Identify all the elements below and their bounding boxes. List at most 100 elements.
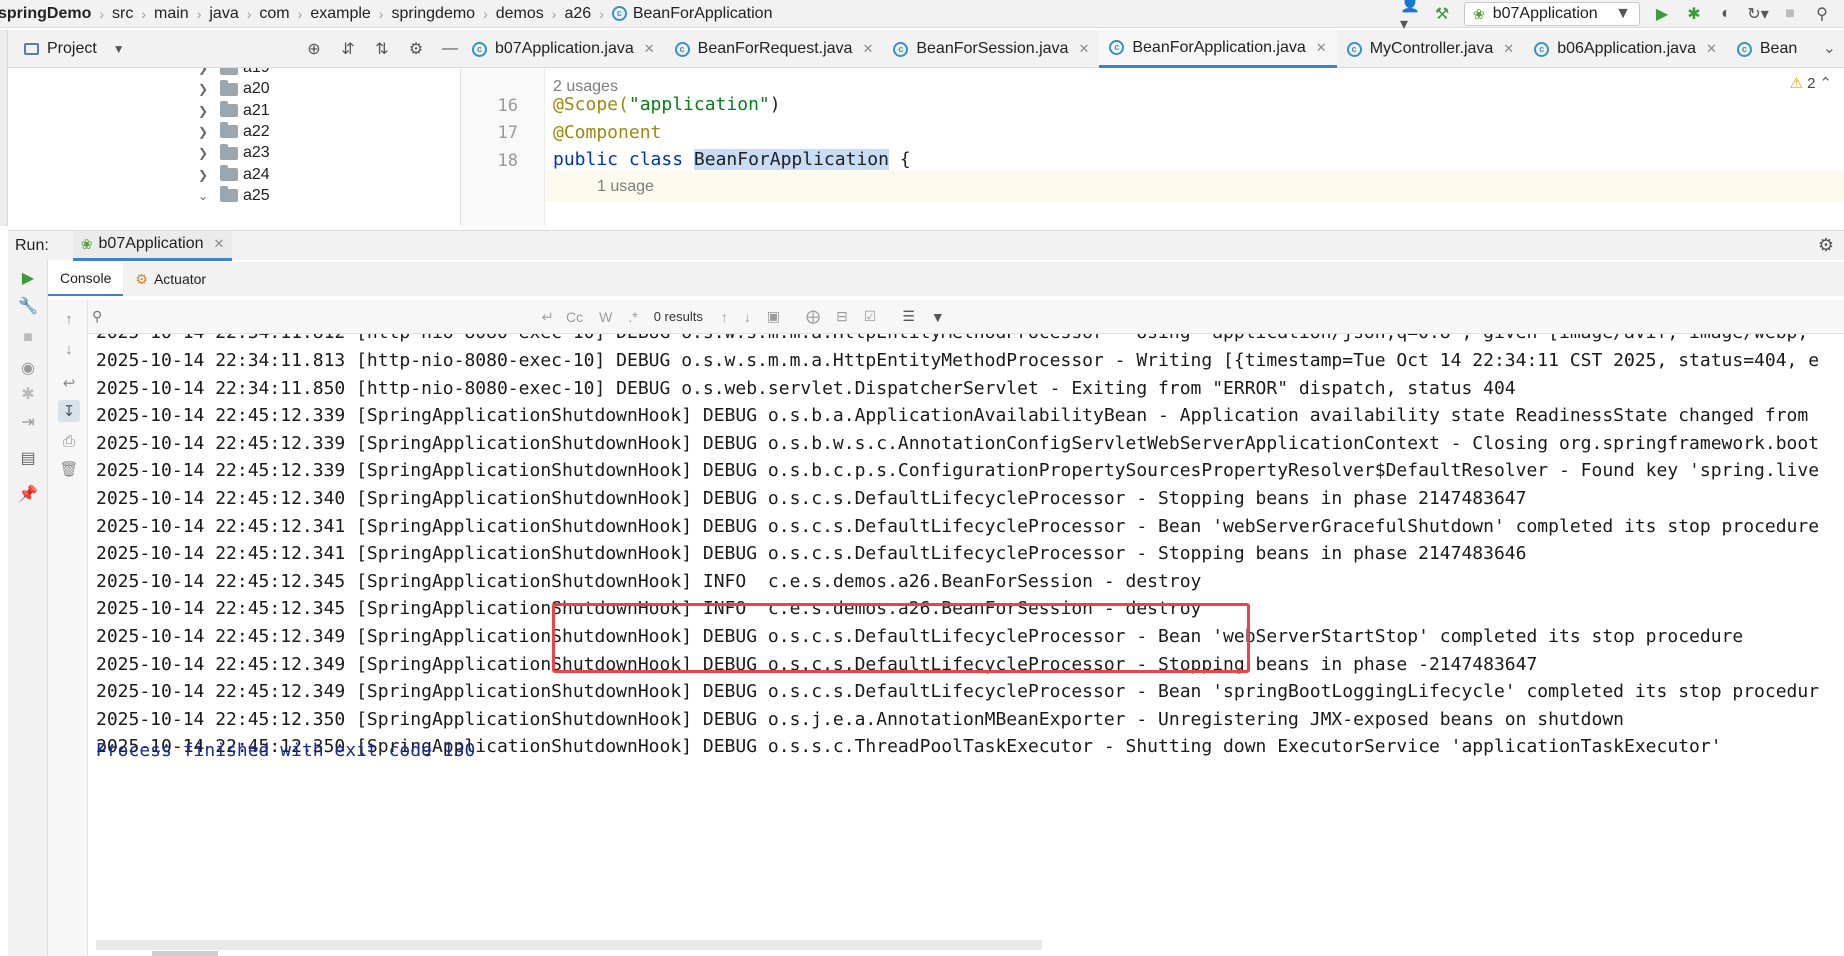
- close-icon[interactable]: ✕: [644, 41, 655, 57]
- tree-item-folder[interactable]: ⌄ a25: [198, 184, 270, 208]
- stop-icon[interactable]: ■: [16, 326, 40, 350]
- camera-icon[interactable]: ◉: [16, 356, 40, 380]
- inspection-widget[interactable]: ⚠ 2 ⌃: [1790, 74, 1832, 93]
- close-icon[interactable]: ✕: [1078, 41, 1089, 57]
- tree-item-label: a20: [243, 80, 270, 98]
- console-line: 2025-10-14 22:34:11.850 [http-nio-8080-e…: [96, 377, 1516, 399]
- chevron-right-icon[interactable]: ❯: [198, 68, 212, 75]
- breadcrumb-item[interactable]: demos: [496, 5, 544, 23]
- breadcrumb-item[interactable]: main: [154, 5, 189, 23]
- project-view-selector[interactable]: Project ▼: [24, 40, 125, 58]
- arrow-down-icon[interactable]: ↓: [58, 338, 80, 360]
- bug-icon[interactable]: ✱: [16, 382, 40, 406]
- select-all-occurrences-icon[interactable]: ▣: [767, 308, 780, 325]
- chevron-right-icon[interactable]: ❯: [198, 168, 212, 182]
- gear-icon[interactable]: ⚙: [1818, 235, 1834, 256]
- console-line: 2025-10-14 22:45:12.350 [SpringApplicati…: [96, 708, 1625, 730]
- new-line-icon[interactable]: ↵: [541, 308, 554, 326]
- horizontal-scrollbar[interactable]: [96, 940, 1042, 950]
- hide-icon[interactable]: —: [440, 39, 460, 59]
- editor-tab[interactable]: c Bean: [1727, 30, 1807, 68]
- collapse-all-icon[interactable]: ⇅: [372, 39, 392, 59]
- stop-icon[interactable]: ■: [1780, 4, 1800, 24]
- filter-icon[interactable]: ▼: [931, 309, 945, 325]
- rerun-icon[interactable]: ▶: [16, 266, 40, 290]
- breadcrumb-item[interactable]: springDemo: [0, 5, 91, 23]
- match-case-icon[interactable]: Cc: [566, 309, 583, 325]
- close-icon[interactable]: ✕: [214, 236, 225, 252]
- breadcrumb-current[interactable]: c BeanForApplication: [611, 4, 773, 23]
- editor-tab[interactable]: c BeanForApplication.java ✕: [1099, 30, 1337, 68]
- tree-item-label: a23: [243, 144, 270, 162]
- spring-leaf-icon: ❀: [1473, 5, 1485, 22]
- chevron-right-icon[interactable]: ❯: [198, 146, 212, 160]
- scroll-to-end-icon[interactable]: ↧: [58, 400, 80, 422]
- profiler-icon[interactable]: ↻▾: [1747, 4, 1768, 24]
- code-editor[interactable]: 16 17 18 2 usages @Scope("application") …: [460, 68, 1844, 226]
- editor-tab[interactable]: c b07Application.java ✕: [462, 30, 665, 68]
- scrollbar-thumb[interactable]: [152, 951, 218, 956]
- breadcrumb-item[interactable]: springdemo: [391, 5, 475, 23]
- coverage-icon[interactable]: ◐: [1716, 4, 1736, 24]
- chevron-right-icon[interactable]: ❯: [198, 82, 212, 96]
- editor-tab[interactable]: c b06Application.java ✕: [1524, 30, 1727, 68]
- breadcrumb-item[interactable]: com: [259, 5, 289, 23]
- class-icon: c: [472, 41, 487, 57]
- tabs-dropdown-icon[interactable]: ⌄: [1823, 38, 1836, 58]
- chevron-down-icon: ▼: [1615, 5, 1631, 22]
- console-line: 2025-10-14 22:45:12.339 [SpringApplicati…: [96, 432, 1820, 454]
- locate-icon[interactable]: ⊕: [304, 39, 324, 59]
- breadcrumb-item[interactable]: example: [310, 5, 370, 23]
- debug-icon[interactable]: ✱: [1684, 4, 1704, 24]
- chevron-right-icon[interactable]: ❯: [198, 125, 212, 139]
- user-icon[interactable]: 👤▾: [1400, 0, 1420, 33]
- tab-actuator[interactable]: ⚙ Actuator: [123, 262, 218, 296]
- tab-console[interactable]: Console: [48, 262, 124, 296]
- pin-icon[interactable]: 📌: [16, 482, 40, 506]
- close-icon[interactable]: ✕: [1706, 41, 1717, 57]
- regex-icon[interactable]: .*: [628, 309, 637, 325]
- actuator-icon: ⚙: [135, 270, 148, 287]
- breadcrumb-item[interactable]: src: [112, 5, 133, 23]
- run-icon[interactable]: ▶: [1652, 4, 1672, 24]
- usages-hint[interactable]: 1 usage: [597, 178, 654, 196]
- previous-occurrence-icon[interactable]: ↑: [721, 309, 728, 325]
- breadcrumb-current-label: BeanForApplication: [632, 4, 773, 22]
- gear-icon[interactable]: ⚙: [406, 39, 426, 59]
- breadcrumb-item[interactable]: java: [209, 5, 238, 23]
- next-occurrence-icon[interactable]: ↓: [744, 309, 751, 325]
- remove-occurrence-icon[interactable]: ⊟: [836, 308, 848, 325]
- select-all-matches-icon[interactable]: ☑: [864, 308, 877, 325]
- chevron-right-icon[interactable]: ⌄: [198, 189, 212, 203]
- close-icon[interactable]: ✕: [1316, 40, 1327, 56]
- breadcrumb-separator: ›: [378, 5, 384, 22]
- trash-icon[interactable]: 🗑: [58, 458, 80, 480]
- console-output[interactable]: 2025-10-14 22:34:11.812 [http-nio-8080-e…: [88, 334, 1844, 938]
- login-icon[interactable]: ⇥: [16, 410, 40, 434]
- tab-row: Project ▼ ⊕ ⇵ ⇅ ⚙ — c b07Application.java…: [0, 30, 1844, 68]
- words-icon[interactable]: W: [599, 309, 612, 325]
- filter-lines-icon[interactable]: ☰: [902, 308, 915, 325]
- layout-icon[interactable]: ▤: [16, 446, 40, 470]
- add-occurrence-icon[interactable]: ⨁: [806, 308, 820, 325]
- breadcrumb-item[interactable]: a26: [564, 5, 591, 23]
- editor-tab-label: BeanForRequest.java: [697, 40, 853, 57]
- editor-tab[interactable]: c BeanForRequest.java ✕: [665, 30, 884, 68]
- print-icon[interactable]: ⎙: [58, 430, 80, 452]
- soft-wrap-icon[interactable]: ↩: [58, 372, 80, 394]
- arrow-up-icon[interactable]: ↑: [58, 308, 80, 330]
- chevron-right-icon[interactable]: ❯: [198, 104, 212, 118]
- close-icon[interactable]: ✕: [862, 41, 873, 57]
- folder-icon: [220, 165, 238, 181]
- editor-tab[interactable]: c MyController.java ✕: [1337, 30, 1525, 68]
- expand-all-icon[interactable]: ⇵: [338, 39, 358, 59]
- run-config-selector[interactable]: ❀ b07Application ▼: [1464, 2, 1640, 26]
- search-input[interactable]: [108, 308, 529, 325]
- wrench-icon[interactable]: 🔧: [16, 294, 40, 318]
- search-icon[interactable]: ⚲: [1812, 4, 1832, 24]
- run-tab-b07application[interactable]: ❀ b07Application ✕: [72, 230, 233, 261]
- close-icon[interactable]: ✕: [1503, 41, 1514, 57]
- editor-tab[interactable]: c BeanForSession.java ✕: [883, 30, 1099, 68]
- build-hammer-icon[interactable]: ⚒: [1432, 4, 1452, 24]
- folder-icon: [220, 68, 238, 75]
